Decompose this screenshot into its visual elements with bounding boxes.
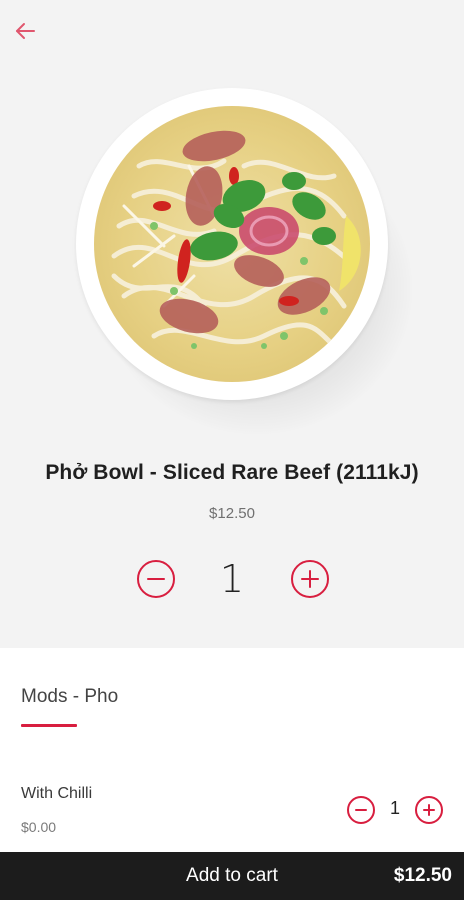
minus-icon [147,578,165,580]
option-quantity: 1 [389,798,400,818]
back-button[interactable] [10,16,40,46]
option-price: $0.00 [21,819,57,835]
decrease-quantity-button[interactable] [137,560,175,598]
tab-mods-pho[interactable]: Mods - Pho [21,686,118,708]
option-name: With Chilli [21,785,93,802]
arrow-left-icon [16,23,35,39]
plus-icon [301,570,319,588]
minus-icon [355,809,367,811]
product-image [72,84,412,434]
quantity-value: 1 [219,557,245,601]
product-price: $12.50 [209,505,255,522]
option-decrease-button[interactable] [347,796,375,824]
product-hero: Phở Bowl - Sliced Rare Beef (2111kJ) $12… [0,0,464,648]
quantity-stepper: 1 [0,558,464,602]
add-to-cart-button[interactable]: Add to cart $12.50 [0,852,464,900]
option-increase-button[interactable] [415,796,443,824]
cart-total: $12.50 [393,865,452,886]
product-title: Phở Bowl - Sliced Rare Beef (2111kJ) [45,461,419,484]
active-tab-indicator [21,724,77,727]
increase-quantity-button[interactable] [291,560,329,598]
